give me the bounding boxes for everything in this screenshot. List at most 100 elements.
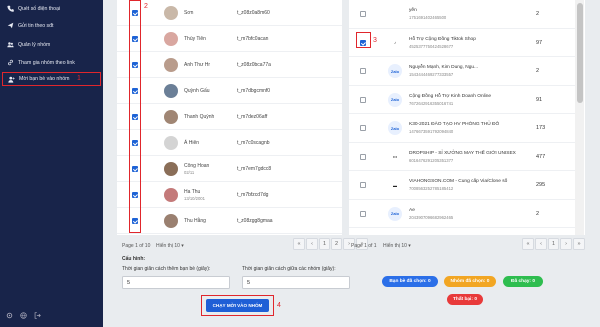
row-checkbox[interactable] bbox=[360, 11, 366, 18]
send-icon bbox=[6, 22, 14, 30]
scrollbar-thumb[interactable] bbox=[576, 3, 583, 103]
friends-table: Sơn t_z08z0a8m60 Thùy Tiên t_m7bfc0acan Anh … bbox=[117, 0, 342, 235]
table-row[interactable]: Quỳnh Gấu t_m7dbgcmnf0 bbox=[117, 78, 342, 104]
group-id: 7672642916355016741 bbox=[409, 100, 454, 106]
table-row[interactable]: Anh Thư Hr t_z08z0bca77a bbox=[117, 52, 342, 78]
table-row[interactable]: Á Hiên t_m7c0scagnb bbox=[117, 130, 342, 156]
groups-selected-badge: Nhóm đã chọn: 0 bbox=[444, 276, 496, 287]
avatar bbox=[164, 84, 178, 98]
pagination-button[interactable]: 2 bbox=[331, 238, 342, 250]
sidebar-item-group-manage[interactable]: Quản lý nhóm bbox=[2, 38, 101, 51]
group-logo: Zalo bbox=[388, 92, 402, 107]
group-logo-text: ▬ bbox=[393, 182, 397, 188]
group-member-count: 295 bbox=[536, 182, 546, 189]
group-logo-text: ••• bbox=[392, 154, 398, 160]
group-name: Nguyễn Mạnh, Kim Dung, Ngu... bbox=[409, 65, 479, 71]
group-member-count: 173 bbox=[536, 125, 546, 132]
table-row[interactable]: Sơn t_z08z0a8m60 bbox=[117, 0, 342, 26]
group-logo bbox=[388, 7, 402, 22]
pagination-button[interactable]: 1 bbox=[319, 238, 330, 250]
friend-id: t_m7bfzcd7dg bbox=[237, 192, 269, 198]
friend-name: Anh Thư Hr bbox=[184, 62, 211, 68]
groups-scrollbar[interactable] bbox=[575, 0, 584, 235]
friend-interval-input[interactable]: 5 bbox=[122, 276, 230, 289]
group-name: Cộng Đồng Hỗ Trợ Kinh Doanh Online bbox=[409, 93, 492, 99]
row-checkbox[interactable] bbox=[360, 68, 366, 75]
row-checkbox[interactable] bbox=[360, 125, 366, 132]
table-row[interactable]: ♪ Hỗ Trợ Cộng Đồng Tiktok Shop 45253777504… bbox=[349, 29, 575, 57]
run-invite-button[interactable]: CHẠY MỜI VÀO NHÓM bbox=[206, 299, 269, 312]
friend-name: Á Hiên bbox=[184, 140, 200, 146]
group-logo-text: ♪ bbox=[394, 40, 396, 46]
row-checkbox[interactable] bbox=[360, 182, 366, 189]
group-name: DROPSHIP - SỈ XƯỞNG MAY THẾ GIỚI UNISEX bbox=[409, 150, 516, 156]
done-badge: Đã chạy: 0 bbox=[503, 276, 543, 287]
sidebar-item-invite-friends[interactable]: Mời bạn bè vào nhóm bbox=[2, 72, 101, 86]
table-row[interactable]: Thu Hằng t_z08zgg8gmaa bbox=[117, 208, 342, 234]
table-row[interactable]: Zalo Cộng Đồng Hỗ Trợ Kinh Doanh Online 76… bbox=[349, 86, 575, 114]
chevron-down-icon: ▾ bbox=[181, 243, 184, 249]
friend-id: t_z08zgg8gmaa bbox=[237, 218, 273, 224]
table-row[interactable]: Thanh Quỳnh t_m7dez06aff bbox=[117, 104, 342, 130]
sidebar-item-send-sms[interactable]: Gửi tin theo sđt bbox=[2, 19, 101, 32]
pagination-button[interactable]: « bbox=[522, 238, 534, 250]
avatar bbox=[164, 32, 178, 46]
group-member-count: 2 bbox=[536, 68, 540, 75]
pagination-button[interactable]: › bbox=[560, 238, 572, 250]
row-checkbox[interactable] bbox=[360, 96, 366, 103]
table-row[interactable]: ••• DROPSHIP - SỈ XƯỞNG MAY THẾ GIỚI UNIS… bbox=[349, 143, 575, 171]
table-row[interactable]: Zalo K30-2021 ĐÀO TẠO HV PHÒNG THỦ ĐÔ 1476… bbox=[349, 114, 575, 143]
group-icon bbox=[6, 41, 14, 49]
group-name: Hỗ Trợ Cộng Đồng Tiktok Shop bbox=[409, 36, 476, 42]
row-checkbox[interactable] bbox=[360, 153, 366, 160]
group-logo: ▬ bbox=[388, 178, 402, 193]
group-member-count: 97 bbox=[536, 39, 543, 46]
annotation-4: 4 bbox=[277, 302, 281, 309]
group-logo-text: Zalo bbox=[390, 211, 400, 217]
group-id: 2043907096682962465 bbox=[409, 214, 454, 220]
annotation-1: 1 bbox=[77, 75, 81, 82]
group-logo: Zalo bbox=[388, 64, 402, 79]
pagination-button[interactable]: ‹ bbox=[306, 238, 318, 250]
pagination-button[interactable]: « bbox=[293, 238, 305, 250]
group-logo-text: Zalo bbox=[390, 125, 400, 131]
config-title: Cấu hình: bbox=[122, 256, 146, 262]
sidebar-item-label: Quét số điện thoại bbox=[18, 5, 61, 12]
table-row[interactable]: yến 1751691402465500 2 bbox=[349, 0, 575, 29]
pagination-button[interactable]: ‹ bbox=[535, 238, 547, 250]
table-row[interactable]: ▬ VIAHONGSON.COM - Cung cấp Via/Clone số 7… bbox=[349, 171, 575, 200]
sidebar-item-phone-scan[interactable]: Quét số điện thoại bbox=[2, 2, 101, 15]
pagination-button[interactable]: » bbox=[573, 238, 585, 250]
chevron-down-icon: ▾ bbox=[408, 243, 411, 249]
friend-name: Thanh Quỳnh bbox=[184, 114, 215, 120]
friends-page-size[interactable]: Hiển thị 10 ▾ bbox=[156, 243, 184, 249]
annotation-3: 3 bbox=[373, 37, 377, 44]
table-row[interactable]: Zalo Ae 2043907096682962465 2 bbox=[349, 200, 575, 228]
group-logo-text: Zalo bbox=[390, 68, 400, 74]
settings-icon[interactable] bbox=[6, 312, 13, 321]
friend-name: Quỳnh Gấu bbox=[184, 88, 210, 94]
failed-badge: Thất bại: 0 bbox=[447, 294, 483, 305]
group-name: K30-2021 ĐÀO TẠO HV PHÒNG THỦ ĐÔ bbox=[409, 122, 500, 128]
table-row[interactable]: Thùy Tiên t_m7bfc0acan bbox=[117, 26, 342, 52]
pagination-button[interactable]: 1 bbox=[548, 238, 559, 250]
groups-page-size[interactable]: Hiển thị 10 ▾ bbox=[383, 243, 411, 249]
table-row[interactable]: Công Hoan 02/11 t_m7em7gdcc8 bbox=[117, 156, 342, 182]
group-interval-input[interactable]: 5 bbox=[242, 276, 350, 289]
table-row[interactable]: Zalo Nguyễn Mạnh, Kim Dung, Ngu... 1543444… bbox=[349, 57, 575, 86]
group-name: Ae bbox=[409, 207, 415, 213]
avatar bbox=[164, 214, 178, 228]
row-checkbox[interactable] bbox=[360, 210, 366, 217]
link-icon bbox=[6, 59, 14, 67]
group-interval-label: Thời gian giãn cách giữa các nhóm (giây)… bbox=[242, 266, 336, 272]
avatar bbox=[164, 58, 178, 72]
table-row[interactable]: Ha Thu 13/10/2001 t_m7bfzcd7dg bbox=[117, 182, 342, 208]
sidebar-item-join-link[interactable]: Tham gia nhóm theo link bbox=[2, 56, 101, 69]
friends-checkbox-highlight bbox=[129, 0, 141, 233]
page-size-label: Hiển thị 10 bbox=[156, 243, 180, 249]
sidebar-footer bbox=[6, 312, 41, 321]
globe-icon[interactable] bbox=[20, 312, 27, 321]
friend-name: Công Hoan bbox=[184, 163, 210, 169]
group-id: 1476673591792094840 bbox=[409, 129, 454, 135]
logout-icon[interactable] bbox=[34, 312, 41, 321]
